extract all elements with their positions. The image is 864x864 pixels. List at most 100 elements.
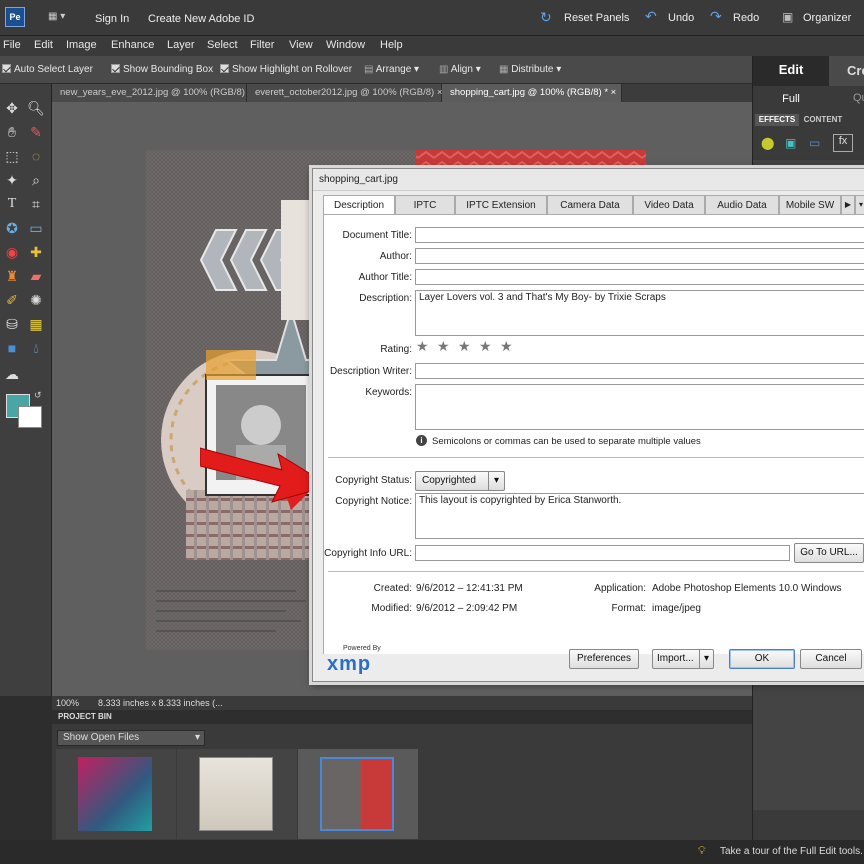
align-dropdown[interactable]: ▥ Align ▾ xyxy=(439,64,481,75)
import-button[interactable]: Import... ▾ xyxy=(652,649,714,669)
star-icon[interactable]: ★ xyxy=(416,338,429,355)
author-field[interactable] xyxy=(415,248,864,264)
tab-camera-data[interactable]: Camera Data xyxy=(547,195,633,215)
menu-filter[interactable]: Filter xyxy=(250,39,274,51)
tab-scroll-right-icon[interactable]: ▶ xyxy=(841,195,855,215)
straighten-tool-icon[interactable]: ▭ xyxy=(26,218,46,238)
show-open-files-dropdown[interactable]: Show Open Files ▾ xyxy=(57,730,205,746)
marquee-tool-icon[interactable]: ⬚ xyxy=(2,146,22,166)
show-highlight-option[interactable]: Show Highlight on Rollover xyxy=(220,64,352,75)
description-field[interactable]: Layer Lovers vol. 3 and That's My Boy- b… xyxy=(415,290,864,336)
lasso-tool-icon[interactable]: ◌ xyxy=(26,146,46,166)
background-color-swatch[interactable] xyxy=(18,406,42,428)
thumbnail-new-years-eve[interactable] xyxy=(56,749,176,839)
reset-panels-button[interactable]: Reset Panels xyxy=(564,12,629,24)
menu-file[interactable]: File xyxy=(3,39,21,51)
menu-window[interactable]: Window xyxy=(326,39,365,51)
doc-tab-shopping-cart[interactable]: shopping_cart.jpg @ 100% (RGB/8) * × xyxy=(442,84,622,102)
hand-tool-icon[interactable]: ✋︎ xyxy=(2,122,22,142)
move-tool-icon[interactable]: ✥ xyxy=(2,98,22,118)
highlight-checkbox[interactable] xyxy=(220,64,229,73)
copyright-status-dropdown[interactable]: Copyrighted ▾ xyxy=(415,471,505,491)
menu-edit[interactable]: Edit xyxy=(34,39,53,51)
shape-tool-icon[interactable]: ■ xyxy=(2,338,22,358)
arrange-dropdown[interactable]: ▤ Arrange ▾ xyxy=(364,64,419,75)
description-writer-field[interactable] xyxy=(415,363,864,379)
tab-description[interactable]: Description xyxy=(323,195,395,215)
auto-select-checkbox[interactable] xyxy=(2,64,11,73)
zoom-tool-icon[interactable]: 🔍︎ xyxy=(26,98,46,118)
effects-style-icon[interactable]: ▣ xyxy=(785,136,796,150)
organizer-button[interactable]: Organizer xyxy=(803,12,851,24)
effects-fx-icon[interactable]: fx xyxy=(833,134,853,152)
distribute-dropdown[interactable]: ▦ Distribute ▾ xyxy=(499,64,561,75)
clone-stamp-tool-icon[interactable]: ♜ xyxy=(2,266,22,286)
doc-tab-everett[interactable]: everett_october2012.jpg @ 100% (RGB/8) × xyxy=(247,84,442,102)
star-icon[interactable]: ★ xyxy=(500,338,513,355)
close-icon[interactable]: × xyxy=(611,87,617,98)
eyedropper-tool-icon[interactable]: ✎ xyxy=(26,122,46,142)
go-to-url-button[interactable]: Go To URL... xyxy=(794,543,864,563)
content-tab[interactable]: CONTENT xyxy=(801,114,845,126)
menu-view[interactable]: View xyxy=(289,39,313,51)
brush-tool-icon[interactable]: ✐ xyxy=(2,290,22,310)
gradient-tool-icon[interactable]: ▦ xyxy=(26,314,46,334)
create-adobe-id-link[interactable]: Create New Adobe ID xyxy=(148,13,254,25)
document-title-field[interactable] xyxy=(415,227,864,243)
menu-select[interactable]: Select xyxy=(207,39,238,51)
red-eye-tool-icon[interactable]: ◉ xyxy=(2,242,22,262)
swap-colors-icon[interactable]: ↺ xyxy=(34,390,42,401)
chevron-down-icon[interactable]: ▾ xyxy=(699,650,713,668)
full-edit-tab[interactable]: Full xyxy=(753,86,829,112)
menu-enhance[interactable]: Enhance xyxy=(111,39,154,51)
cancel-button[interactable]: Cancel xyxy=(800,649,862,669)
document-size[interactable]: 8.333 inches x 8.333 inches (... xyxy=(98,698,223,708)
author-title-field[interactable] xyxy=(415,269,864,285)
tab-audio-data[interactable]: Audio Data xyxy=(705,195,779,215)
menu-help[interactable]: Help xyxy=(380,39,403,51)
ok-button[interactable]: OK xyxy=(729,649,795,669)
undo-button[interactable]: Undo xyxy=(668,12,694,24)
crop-tool-icon[interactable]: ⌗ xyxy=(26,194,46,214)
copyright-url-field[interactable] xyxy=(415,545,790,561)
auto-select-layer-option[interactable]: Auto Select Layer xyxy=(2,64,93,75)
keywords-field[interactable] xyxy=(415,384,864,430)
cookie-cutter-tool-icon[interactable]: ✪ xyxy=(2,218,22,238)
star-icon[interactable]: ★ xyxy=(458,338,471,355)
effects-tab[interactable]: EFFECTS xyxy=(755,114,799,126)
redo-button[interactable]: Redo xyxy=(733,12,759,24)
thumbnail-everett[interactable] xyxy=(177,749,297,839)
tab-iptc-extension[interactable]: IPTC Extension xyxy=(455,195,547,215)
effects-filter-icon[interactable]: ⬤ xyxy=(761,136,774,150)
copyright-notice-field[interactable]: This layout is copyrighted by Erica Stan… xyxy=(415,493,864,539)
show-bounding-box-option[interactable]: Show Bounding Box xyxy=(111,64,213,75)
bounding-box-checkbox[interactable] xyxy=(111,64,120,73)
preferences-button[interactable]: Preferences xyxy=(569,649,639,669)
effects-photo-icon[interactable]: ▭ xyxy=(809,136,820,150)
star-icon[interactable]: ★ xyxy=(437,338,450,355)
quick-edit-tab[interactable]: Qu xyxy=(829,86,864,112)
paint-bucket-tool-icon[interactable]: ⛁ xyxy=(2,314,22,334)
star-icon[interactable]: ★ xyxy=(479,338,492,355)
doc-tab-new-years-eve[interactable]: new_years_eve_2012.jpg @ 100% (RGB/8) × xyxy=(52,84,253,102)
thumbnail-shopping-cart[interactable] xyxy=(298,749,418,839)
tab-mobile-swf[interactable]: Mobile SW xyxy=(779,195,841,215)
menu-layer[interactable]: Layer xyxy=(167,39,195,51)
workspace-menu-icon[interactable]: ▦ ▾ xyxy=(48,11,72,23)
tour-tip-text[interactable]: Take a tour of the Full Edit tools. Clic xyxy=(720,846,864,857)
tab-iptc[interactable]: IPTC xyxy=(395,195,455,215)
sponge-tool-icon[interactable]: ☁ xyxy=(2,364,22,384)
smart-brush-tool-icon[interactable]: ✺ xyxy=(26,290,46,310)
edit-mode-tab[interactable]: Edit xyxy=(753,56,829,86)
tab-menu-chevron-icon[interactable]: ▾ xyxy=(855,195,864,215)
type-tool-icon[interactable]: T xyxy=(2,194,22,214)
sign-in-link[interactable]: Sign In xyxy=(95,13,129,25)
menu-image[interactable]: Image xyxy=(66,39,97,51)
magic-wand-tool-icon[interactable]: ✦ xyxy=(2,170,22,190)
quick-selection-tool-icon[interactable]: ⌕ xyxy=(26,170,46,190)
spot-healing-tool-icon[interactable]: ✚ xyxy=(26,242,46,262)
eraser-tool-icon[interactable]: ▰ xyxy=(26,266,46,286)
blur-tool-icon[interactable]: 💧︎ xyxy=(26,338,46,358)
create-mode-tab[interactable]: Cre xyxy=(829,56,864,86)
tab-video-data[interactable]: Video Data xyxy=(633,195,705,215)
